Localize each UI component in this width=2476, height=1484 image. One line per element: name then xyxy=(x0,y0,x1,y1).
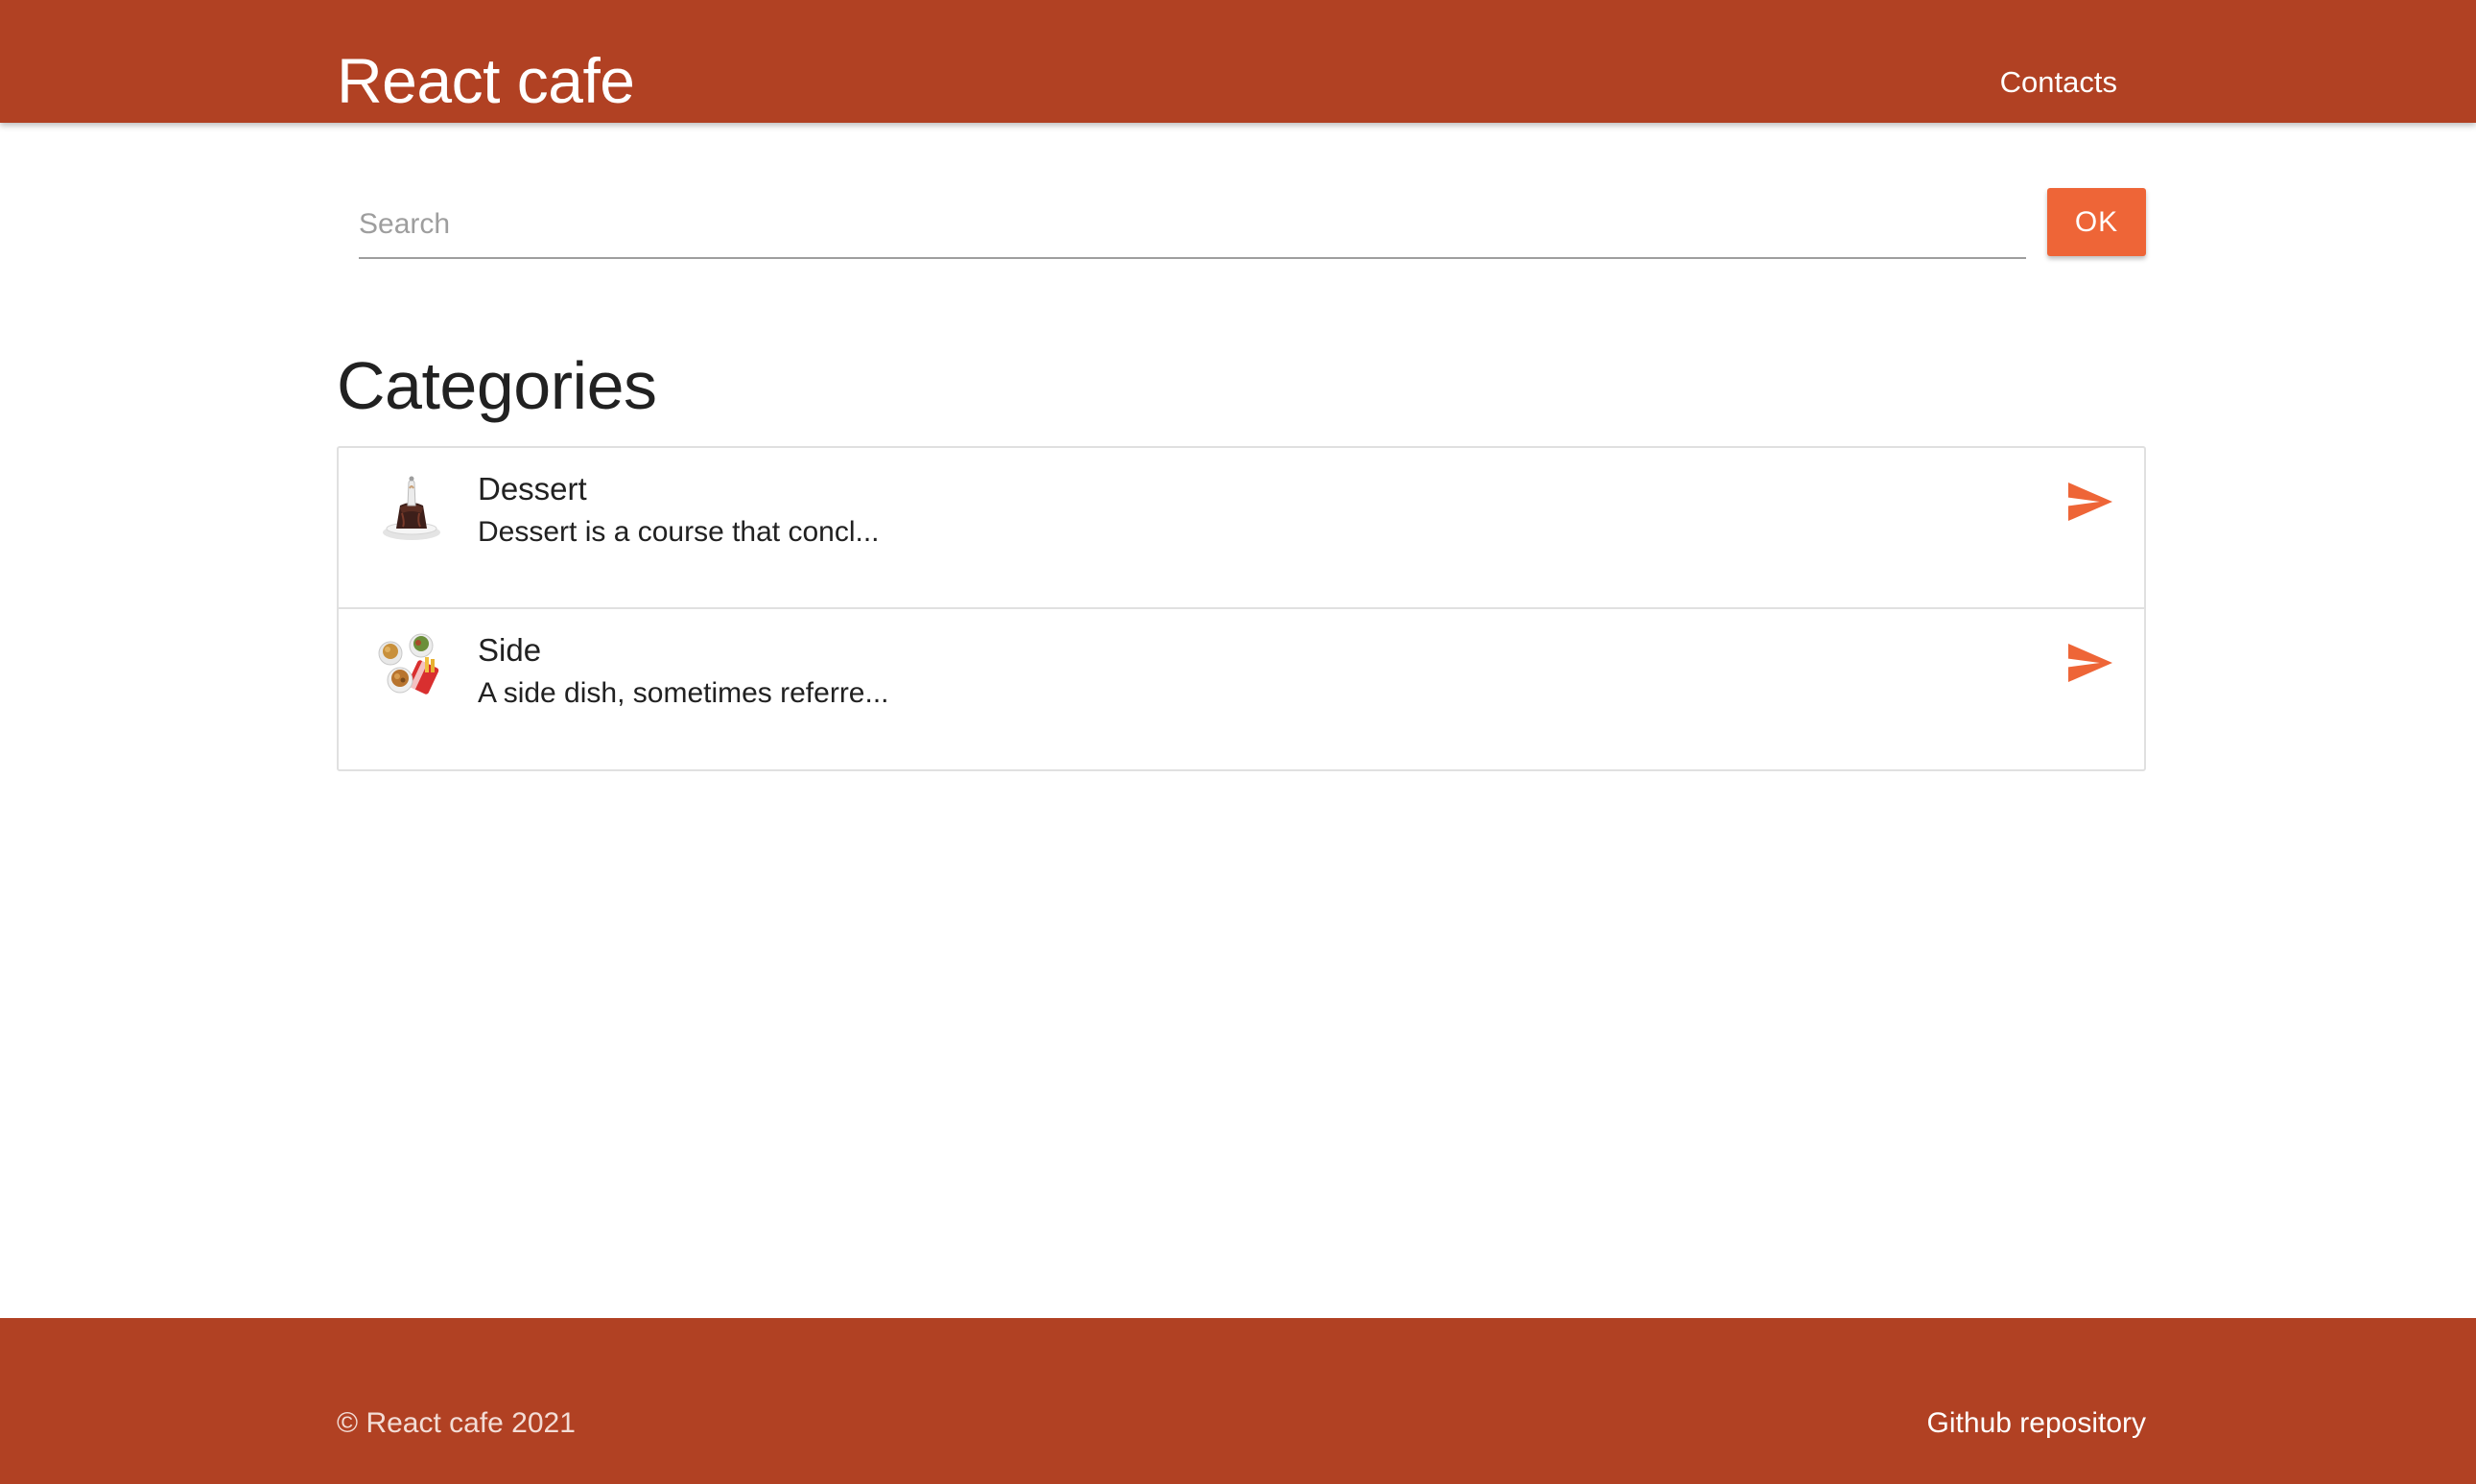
category-item-side[interactable]: Side A side dish, sometimes referre... xyxy=(339,609,2144,770)
send-icon[interactable] xyxy=(2066,483,2112,521)
category-item-dessert[interactable]: Dessert Dessert is a course that concl..… xyxy=(339,448,2144,609)
send-icon[interactable] xyxy=(2066,644,2112,682)
search-field xyxy=(359,186,2026,259)
brand-logo[interactable]: React cafe xyxy=(337,42,635,119)
github-repository-link[interactable]: Github repository xyxy=(1927,1404,2146,1443)
nav-link-contacts[interactable]: Contacts xyxy=(2000,63,2117,102)
page-title: Categories xyxy=(337,348,657,423)
category-title: Dessert xyxy=(478,471,587,506)
category-title: Side xyxy=(478,632,542,668)
category-description: Dessert is a course that concl... xyxy=(478,516,880,548)
search-ok-button[interactable]: OK xyxy=(2047,188,2146,256)
category-list: Dessert Dessert is a course that concl..… xyxy=(337,446,2146,771)
footer: © React cafe 2021 Github repository xyxy=(0,1318,2476,1484)
search-input[interactable] xyxy=(359,186,2026,257)
navbar: React cafe Contacts xyxy=(0,0,2476,123)
footer-copyright: © React cafe 2021 xyxy=(337,1407,576,1439)
dessert-thumbnail xyxy=(383,476,440,540)
side-thumbnail xyxy=(378,633,439,695)
category-description: A side dish, sometimes referre... xyxy=(478,677,889,709)
